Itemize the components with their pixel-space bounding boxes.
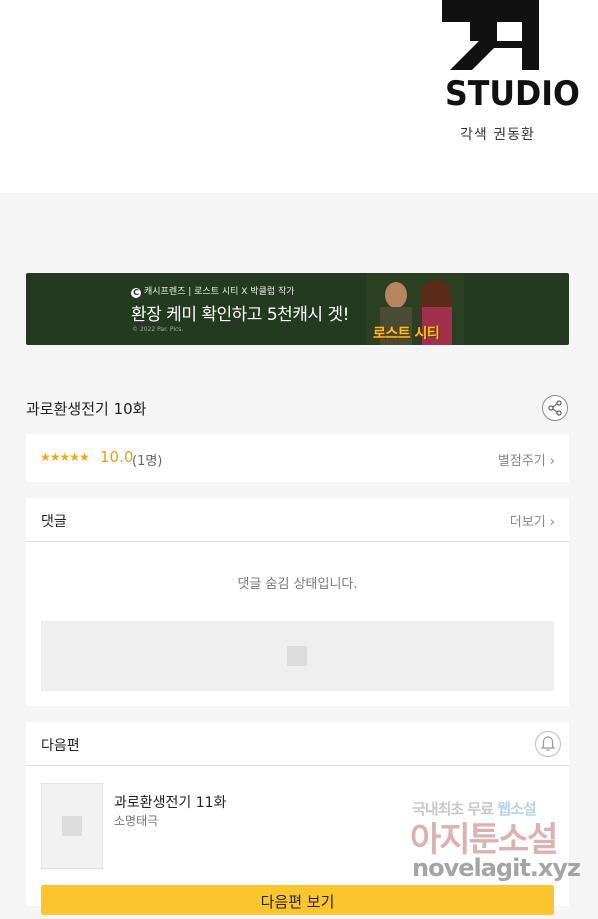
movie-title-logo: 로스트 시티	[373, 326, 440, 342]
rating-score: 10.0	[100, 448, 134, 466]
comments-section: 댓글 더보기 › 댓글 숨김 상태입니다.	[26, 498, 569, 706]
next-episode-thumbnail[interactable]	[41, 783, 103, 869]
promo-banner[interactable]: C 캐시프렌즈 | 로스트 시티 X 박클럽 작가 환장 케미 확인하고 5천캐시…	[26, 273, 569, 345]
bell-icon	[540, 736, 556, 751]
studio-logo-text: STUDIO	[445, 74, 580, 114]
cash-friends-icon: C	[131, 288, 141, 298]
banner-headline: 환장 케미 확인하고 5천캐시 겟!	[131, 305, 349, 325]
notification-button[interactable]	[535, 731, 561, 757]
rating-count: (1명)	[132, 454, 163, 469]
banner-brand-line: C 캐시프렌즈 | 로스트 시티 X 박클럽 작가	[131, 284, 295, 298]
next-episode-header: 다음편	[26, 722, 569, 766]
adaptation-credit: 각색 권동환	[460, 127, 535, 143]
chapter-end-image: STUDIO 각색 권동환	[0, 0, 598, 193]
next-episode-author: 소명태극	[114, 814, 159, 828]
image-placeholder-icon	[62, 816, 82, 836]
next-episode-section: 다음편 과로환생전기 11화 소명태극 다음편 보기	[26, 722, 569, 915]
rating-section: ★★★★★ 10.0 (1명) 별점주기 ›	[26, 434, 569, 482]
ad-placeholder	[41, 621, 554, 691]
image-placeholder-icon	[287, 646, 307, 666]
next-episode-label: 다음편	[41, 738, 80, 754]
banner-copyright: © 2022 Par. Pics.	[132, 326, 184, 333]
share-button[interactable]	[542, 395, 568, 421]
episode-title: 과로환생전기 10화	[26, 400, 147, 418]
comments-hidden-message: 댓글 숨김 상태입니다.	[237, 577, 358, 592]
comments-label: 댓글	[41, 514, 67, 530]
next-episode-button[interactable]: 다음편 보기	[41, 885, 554, 915]
share-icon	[548, 400, 562, 416]
rating-stars: ★★★★★	[40, 450, 90, 464]
rate-button[interactable]: 별점주기 ›	[498, 450, 555, 469]
next-episode-title[interactable]: 과로환생전기 11화	[114, 792, 226, 812]
comments-more-link[interactable]: 더보기 ›	[510, 511, 555, 530]
comments-header: 댓글 더보기 ›	[26, 498, 569, 542]
banner-brand-text: 캐시프렌즈 | 로스트 시티 X 박클럽 작가	[144, 287, 295, 297]
